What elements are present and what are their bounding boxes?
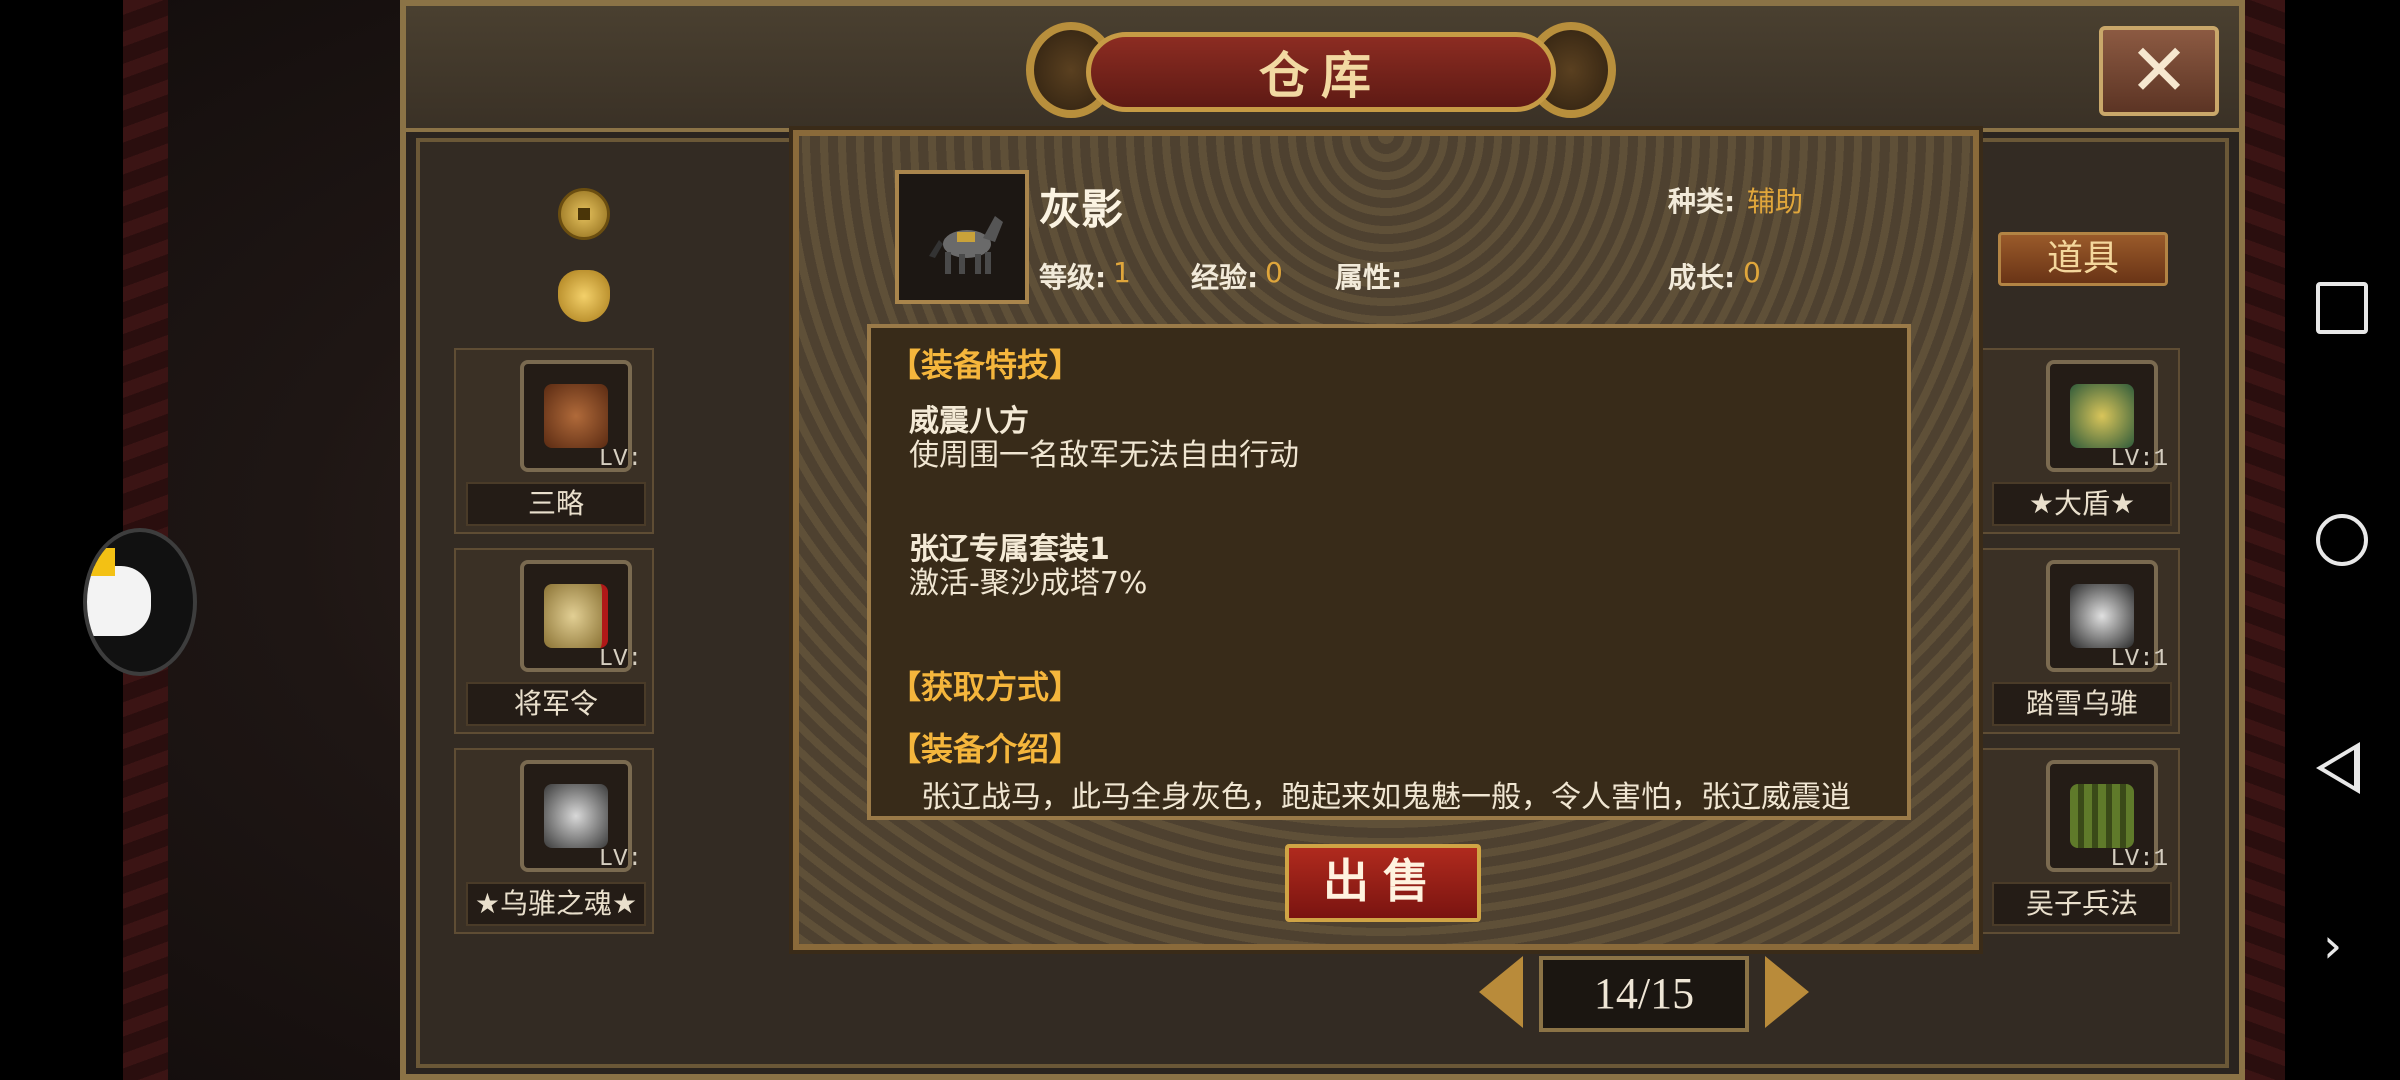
tab-items[interactable]: 道具 (1998, 232, 2168, 286)
next-page-arrow-icon[interactable] (1765, 956, 1809, 1028)
floating-assistant-icon[interactable] (83, 528, 197, 676)
introduction-text: 张辽战马，此马全身灰色，跑起来如鬼魅一般，令人害怕，张辽威震逍 (921, 780, 1851, 815)
item-name-title: 灰影 (1039, 185, 1124, 234)
exp-value: 0 (1265, 256, 1283, 289)
item-slot[interactable]: LV: 三略 (454, 348, 654, 534)
warehouse-header: 仓库 ✕ (406, 6, 2239, 132)
item-name: 吴子兵法 (1992, 882, 2172, 926)
warehouse-title: 仓库 (1259, 47, 1383, 105)
title-plaque: 仓库 (1026, 22, 1616, 118)
item-portrait-frame (895, 170, 1029, 304)
close-button[interactable]: ✕ (2099, 26, 2219, 116)
item-level: LV: (598, 846, 642, 873)
exp-label: 经验: (1191, 261, 1259, 294)
set-bonus-description: 激活-聚沙成塔7% (909, 566, 1148, 601)
bamboo-book-icon (2070, 784, 2134, 848)
item-level: LV:1 (2110, 646, 2168, 673)
attribute-label: 属性: (1335, 261, 1403, 294)
description-box[interactable]: 【装备特技】 威震八方 使周围一名敌军无法自由行动 张辽专属套装1 激活-聚沙成… (867, 324, 1911, 820)
item-name: 踏雪乌骓 (1992, 682, 2172, 726)
pagination: 14/15 (1479, 956, 1809, 1036)
shield-icon (2070, 384, 2134, 448)
gray-horse-icon (929, 216, 1003, 274)
type-label: 种类: (1668, 185, 1736, 218)
item-slot[interactable]: LV:1 踏雪乌骓 (1980, 548, 2180, 734)
copper-coin-icon (558, 188, 610, 240)
section-introduction: 【装备介绍】 (889, 730, 1082, 768)
section-obtain-method: 【获取方式】 (889, 668, 1082, 706)
sell-button[interactable]: 出售 (1285, 844, 1481, 922)
growth-label: 成长: (1668, 261, 1736, 294)
assistant-logo-icon (87, 548, 151, 636)
left-black-bar (0, 0, 123, 1080)
item-name: ★乌骓之魂★ (466, 882, 646, 926)
skill-description: 使周围一名敌军无法自由行动 (909, 438, 1299, 473)
section-special-skill: 【装备特技】 (889, 346, 1082, 384)
recent-apps-icon[interactable] (2316, 282, 2368, 334)
item-level: LV:1 (2110, 446, 2168, 473)
warhorse-icon (544, 784, 608, 848)
item-slot[interactable]: LV:1 ★大盾★ (1980, 348, 2180, 534)
type-value: 辅助 (1747, 185, 1804, 218)
back-icon[interactable] (2316, 742, 2360, 794)
page-indicator: 14/15 (1539, 956, 1749, 1032)
item-detail-popup: 灰影 种类: 辅助 等级: 1 经验: 0 属性: 成长: 0 【装备特技】 威… (793, 130, 1979, 950)
item-name: 将军令 (466, 682, 646, 726)
level-label: 等级: (1039, 261, 1107, 294)
title-plate: 仓库 (1086, 32, 1556, 112)
item-slot[interactable]: LV:1 吴子兵法 (1980, 748, 2180, 934)
prev-page-arrow-icon[interactable] (1479, 956, 1523, 1028)
item-name: ★大盾★ (1992, 482, 2172, 526)
item-level: LV:1 (2110, 846, 2168, 873)
growth-value: 0 (1743, 256, 1761, 289)
item-slot[interactable]: LV: ★乌骓之魂★ (454, 748, 654, 934)
expand-nav-icon[interactable]: › (2323, 918, 2342, 974)
game-viewport: 仓库 ✕ 道具 LV: 三略 LV: 将军令 LV: ★乌骓之魂★ LV:1 ★… (123, 0, 2285, 1080)
item-level: LV: (598, 446, 642, 473)
item-slot[interactable]: LV: 将军令 (454, 548, 654, 734)
gold-ingot-icon (558, 270, 610, 322)
level-value: 1 (1113, 256, 1131, 289)
scroll-bundle-icon (544, 384, 608, 448)
warhorse-icon (2070, 584, 2134, 648)
general-token-icon (544, 584, 608, 648)
item-level: LV: (598, 646, 642, 673)
item-name: 三略 (466, 482, 646, 526)
home-icon[interactable] (2316, 514, 2368, 566)
